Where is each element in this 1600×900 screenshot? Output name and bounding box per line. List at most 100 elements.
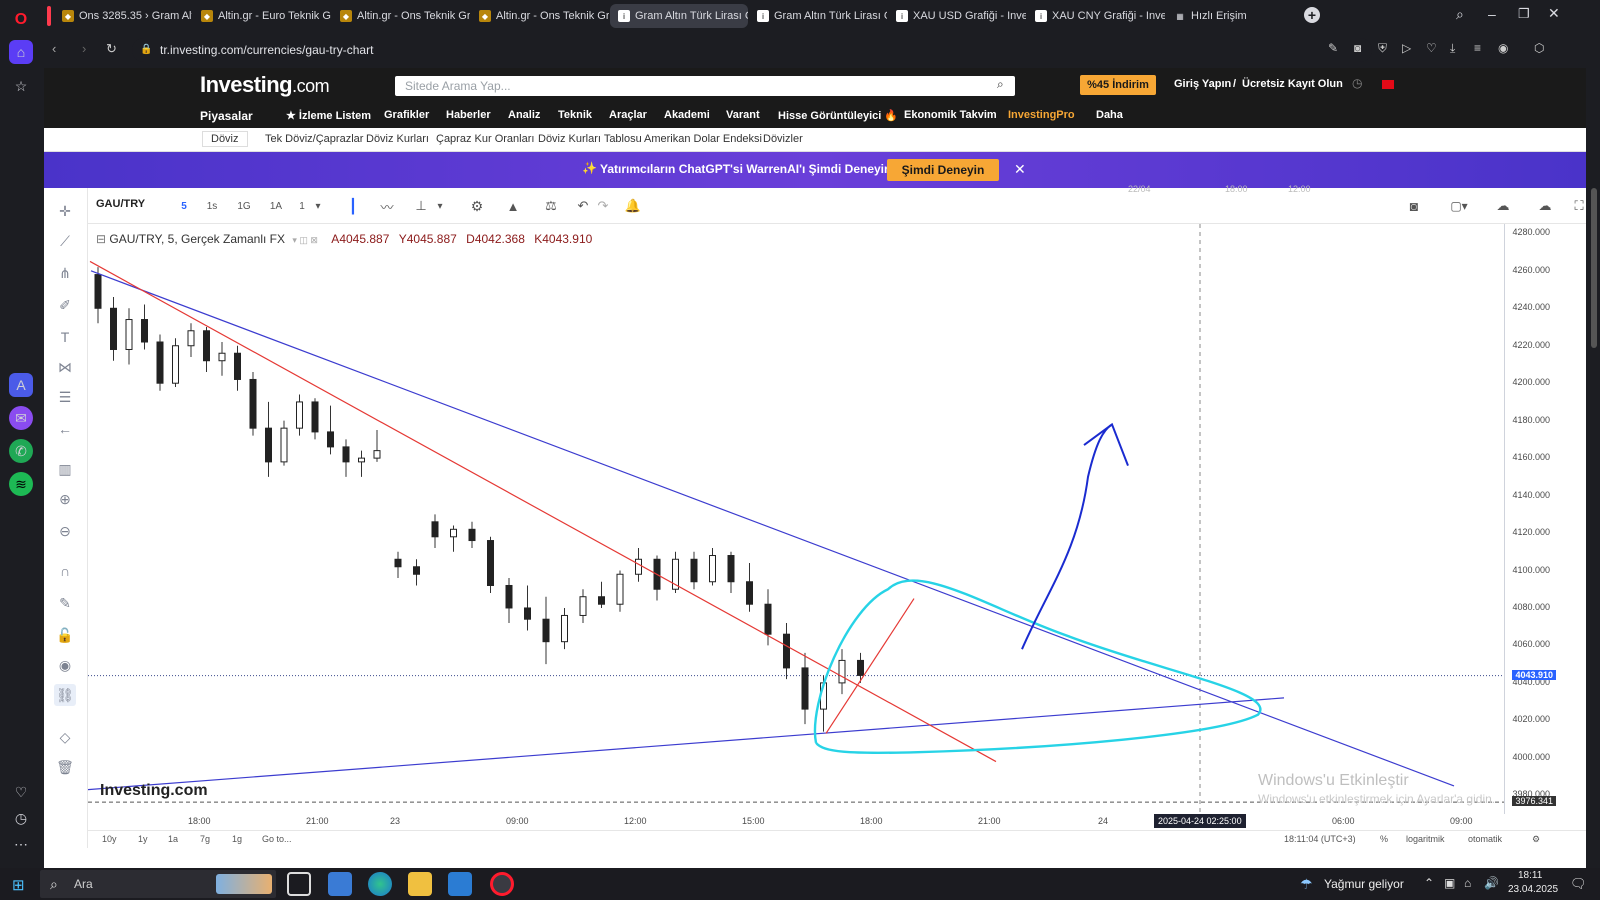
weather-text[interactable]: Yağmur geliyor (1324, 877, 1404, 891)
fib-icon[interactable]: ☰ (54, 386, 76, 408)
browser-tab[interactable]: ◆ Altin.gr - Ons Teknik Grafi (332, 4, 470, 28)
browser-tab[interactable]: ◆Ons 3285.35 › Gram Altın’ı (54, 4, 192, 28)
menu-icon[interactable]: ≡ (1474, 41, 1481, 55)
ruler-icon[interactable]: ▥ (54, 458, 76, 480)
history-icon[interactable]: ◷ (9, 806, 33, 830)
profile-icon[interactable]: ◉ (1498, 41, 1508, 55)
nav-varant[interactable]: Varant (726, 109, 760, 121)
time-axis[interactable]: 18:00 21:00 23 09:00 12:00 15:00 18:00 2… (88, 814, 1504, 830)
candles-icon[interactable]: ┃ (342, 196, 364, 216)
new-tab-icon[interactable]: + (1304, 7, 1320, 23)
home-icon[interactable]: ⌂ (9, 40, 33, 64)
interval-1a[interactable]: 1A (264, 196, 288, 216)
extensions-icon[interactable]: ⬡ (1534, 41, 1544, 55)
subnav-dollar-index[interactable]: Amerikan Dolar Endeksi (644, 133, 762, 145)
study-icon[interactable]: ▲ (502, 196, 524, 216)
download-icon[interactable]: ⤓ (1450, 41, 1455, 56)
subnav-doviz[interactable]: Döviz (202, 131, 248, 147)
tray-device-icon[interactable]: ▣ (1444, 876, 1455, 890)
indicators-icon[interactable]: 〰 (376, 196, 398, 216)
auto-toggle[interactable]: otomatik (1468, 834, 1502, 844)
nav-grafikler[interactable]: Grafikler (384, 109, 429, 121)
pattern-icon[interactable]: ⋈ (54, 356, 76, 378)
redo-icon[interactable]: ↷ (594, 196, 612, 216)
heart-icon[interactable]: ♡ (9, 780, 33, 804)
trash-icon[interactable]: 🗑 (54, 756, 76, 778)
nav-haberler[interactable]: Haberler (446, 109, 491, 121)
scrollbar-thumb[interactable] (1591, 188, 1597, 348)
nav-piyasalar[interactable]: Piyasalar (200, 109, 253, 123)
taskbar-search[interactable]: ⌕ Ara (40, 870, 276, 898)
messenger-icon[interactable]: ✉ (9, 406, 33, 430)
trendline-icon[interactable]: ⟋ (54, 230, 76, 252)
star-icon[interactable]: ☆ (9, 74, 33, 98)
minimize-icon[interactable]: – (1488, 6, 1496, 22)
range-10y[interactable]: 10y (102, 834, 117, 844)
chevron-down-icon[interactable]: ▾ (434, 196, 446, 216)
discount-button[interactable]: %45 İndirim (1080, 75, 1156, 95)
opera-logo-icon[interactable]: O (9, 8, 33, 32)
subnav-kur-tablosu[interactable]: Döviz Kurları Tablosu (538, 133, 642, 145)
camera-icon[interactable]: ◙ (1354, 41, 1361, 55)
chart-settings-icon[interactable]: ⚙ (1532, 834, 1540, 845)
whatsapp-icon[interactable]: ✆ (9, 439, 33, 463)
crosshair-icon[interactable]: ✛ (54, 200, 76, 222)
candlestick-chart[interactable] (87, 224, 1504, 814)
range-7g[interactable]: 7g (200, 834, 210, 844)
interval-1g[interactable]: 1G (232, 196, 256, 216)
range-1y[interactable]: 1y (138, 834, 148, 844)
eye-icon[interactable]: ◉ (54, 654, 76, 676)
subnav-capraz-kur[interactable]: Çapraz Kur Oranları (436, 133, 534, 145)
close-icon[interactable]: ✕ (1014, 161, 1026, 178)
zoom-in-icon[interactable]: ⊕ (54, 488, 76, 510)
url-input[interactable]: 🔒 tr.investing.com/currencies/gau-try-ch… (132, 38, 1372, 62)
mail-icon[interactable] (448, 872, 472, 896)
browser-tab-active[interactable]: iGram Altın Türk Lirası Gra (610, 4, 748, 28)
price-plot[interactable]: ⊟ GAU/TRY, 5, Gerçek Zamanlı FX ▾ ◫ ⊠ A4… (87, 224, 1504, 814)
investing-logo[interactable]: Investing.com (200, 72, 330, 98)
brush-icon[interactable]: ✐ (54, 294, 76, 316)
subnav-dovizler[interactable]: Dövizler (763, 133, 803, 145)
subnav-doviz-kurlari[interactable]: Döviz Kurları (366, 133, 429, 145)
compare-icon[interactable]: ⊥ (410, 196, 432, 216)
login-link[interactable]: Giriş Yapın (1174, 78, 1231, 90)
aria-icon[interactable]: A (9, 373, 33, 397)
layout-icon[interactable]: ▢▾ (1444, 196, 1474, 216)
cloud-save-icon[interactable]: ☁ (1532, 196, 1558, 216)
edge-icon[interactable] (368, 872, 392, 896)
fullscreen-icon[interactable]: ⛶ (1570, 196, 1586, 216)
browser-tab[interactable]: iXAU USD Grafiği - Investi (888, 4, 1026, 28)
interval-5[interactable]: 5 (174, 196, 194, 216)
cloud-load-icon[interactable]: ☁ (1490, 196, 1516, 216)
tray-chevron-icon[interactable]: ⌃ (1424, 876, 1434, 890)
alert-icon[interactable]: 🔔 (622, 196, 644, 216)
percent-toggle[interactable]: % (1380, 834, 1388, 844)
interval-1s[interactable]: 1s (202, 196, 222, 216)
windows-start-icon[interactable]: ⊞ (12, 876, 25, 894)
browser-tab[interactable]: ◆Altin.gr - Euro Teknik Grafi (193, 4, 331, 28)
site-search-input[interactable]: Sitede Arama Yap... (395, 76, 1015, 96)
store-icon[interactable] (328, 872, 352, 896)
clock-icon[interactable]: ◷ (1352, 76, 1362, 90)
more-icon[interactable]: ⋯ (9, 832, 33, 856)
goto-button[interactable]: Go to... (262, 834, 292, 844)
price-axis[interactable]: 4280.000 4260.000 4240.000 4220.000 4200.000… (1504, 224, 1556, 814)
chevron-down-icon[interactable]: ▾ (312, 196, 324, 216)
close-window-icon[interactable]: ✕ (1548, 5, 1560, 22)
scale-icon[interactable]: ⚖ (540, 196, 562, 216)
pencil-lock-icon[interactable]: ✎ (54, 592, 76, 614)
pitchfork-icon[interactable]: ⋔ (54, 262, 76, 284)
nav-watchlist[interactable]: ★ İzleme Listem (286, 109, 371, 122)
nav-araclar[interactable]: Araçlar (609, 109, 647, 121)
browser-tab-speed-dial[interactable]: ▦ Hızlı Erişim (1166, 4, 1266, 28)
link-icon[interactable]: ⛓ (54, 684, 76, 706)
range-1g[interactable]: 1g (232, 834, 242, 844)
interval-custom[interactable]: 1 (294, 196, 310, 216)
layers-icon[interactable]: ◇ (54, 726, 76, 748)
edit-icon[interactable]: ✎ (1328, 41, 1338, 55)
nav-akademi[interactable]: Akademi (664, 109, 710, 121)
search-icon[interactable]: ⌕ (997, 77, 1004, 92)
register-link[interactable]: Ücretsiz Kayıt Olun (1242, 78, 1343, 90)
file-explorer-icon[interactable] (408, 872, 432, 896)
collapse-icon[interactable]: ⊟ (96, 232, 106, 246)
